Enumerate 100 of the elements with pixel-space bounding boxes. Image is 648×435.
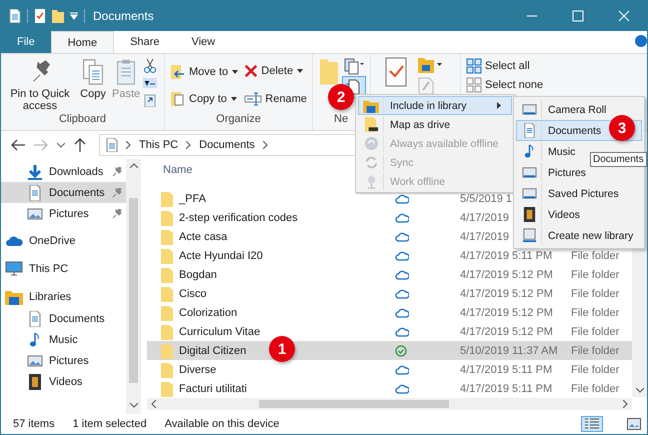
date-modified: 4/17/2019 5:12 PM [460,268,553,280]
menu-item[interactable]: Include in library [358,96,512,115]
ribbon-button[interactable]: Pin to Quick access [4,57,76,113]
column-header[interactable]: Name [163,164,192,176]
properties-icon[interactable] [34,9,46,23]
cloud-icon [395,288,409,298]
chevron-right-icon[interactable] [262,141,268,149]
date-modified: 4/17/2019 5:11 PM [460,364,552,376]
picture-icon [522,102,536,117]
ribbon-button[interactable]: Copy to [168,90,240,108]
ribbon-button[interactable]: Rename [242,90,309,108]
details-view-button[interactable] [581,416,603,432]
ribbon-button[interactable]: Select none [464,76,546,94]
file-row[interactable]: Bogdan 4/17/2019 5:12 PM File folder [147,265,632,284]
nav-item[interactable]: Pictures [1,350,126,371]
chevron-right-icon[interactable] [623,400,628,408]
cloud-icon [5,235,23,247]
caret-icon [297,69,304,73]
chevron-down-icon[interactable] [57,142,65,148]
folder-icon [161,362,173,378]
nav-item[interactable]: This PC [1,252,126,280]
status-text: Available on this device [164,418,280,430]
ribbon-tab[interactable]: Share [114,31,176,53]
nav-item[interactable]: Pictures [1,203,126,224]
menu-item[interactable]: Saved Pictures [516,183,642,204]
nav-item[interactable]: Music [1,329,126,350]
menu-item[interactable]: Map as drive [358,115,512,134]
document-icon [106,138,118,152]
dropdown-icon[interactable] [70,12,78,20]
scrollbar[interactable] [126,159,141,414]
copy-path-icon[interactable] [143,78,158,88]
cloud-icon [395,364,409,374]
ribbon-tab[interactable]: View [175,31,232,53]
nav-item[interactable]: Documents [1,182,126,203]
pin-icon[interactable] [112,166,122,176]
folder-icon[interactable] [52,9,64,23]
menu-item[interactable]: Videos [516,204,642,225]
folder-icon [161,324,173,340]
ribbon-button[interactable]: Select all [464,57,532,75]
file-name: Acte Hyundai I20 [179,250,263,262]
folder-icon [161,266,173,282]
file-row[interactable]: Diverse 4/17/2019 5:11 PM File folder [147,360,632,379]
chevron-right-icon[interactable] [186,141,192,149]
cloud-icon [395,326,409,336]
monitor-icon [5,261,23,277]
nav-item[interactable]: Libraries [1,280,126,308]
delete-icon [244,64,258,78]
chevron-right-icon[interactable] [126,141,131,149]
folder-icon [161,380,173,396]
cloud-icon [395,250,409,260]
menu-item[interactable]: Create new library [516,225,642,246]
chevron-down-icon[interactable] [130,403,138,408]
date-modified: 4/17/2019 5:12 PM [460,306,553,318]
copy-icon[interactable] [342,57,364,75]
ribbon-button[interactable]: Delete [242,63,309,79]
offline-icon [364,136,378,151]
file-row[interactable]: Facturi utilitati 4/17/2019 5:11 PM File folder [147,379,632,398]
cloud-icon [395,232,409,242]
folder-copy-icon [170,90,186,106]
help-icon[interactable] [635,35,647,47]
nav-item[interactable]: Videos [1,371,126,392]
folder-arrow-icon [170,64,186,80]
nav-item[interactable]: Downloads [1,161,126,182]
folder-icon[interactable] [418,57,442,73]
cloud-icon [395,194,409,204]
breadcrumb[interactable]: Documents [199,139,255,151]
ribbon-tab[interactable]: File [1,31,51,53]
document-icon [27,184,43,200]
up-arrow-icon[interactable] [74,138,86,152]
sync-icon [364,155,378,170]
back-arrow-icon[interactable] [11,139,25,151]
paste-shortcut-icon[interactable] [144,93,156,107]
horizontal-scrollbar[interactable] [147,398,632,410]
chevron-left-icon[interactable] [151,400,156,408]
select-none-icon [466,77,482,93]
chevron-up-icon[interactable] [130,163,138,168]
pin-icon[interactable] [112,208,122,218]
nav-item[interactable]: OneDrive [1,224,126,252]
file-type: File folder [571,326,620,338]
date-modified: 4/17/2019 5:12 PM [460,288,553,300]
cloud-icon [395,308,409,318]
pin-icon[interactable] [112,188,122,198]
document-icon [27,310,43,326]
file-row[interactable]: Acte Hyundai I20 4/17/2019 5:11 PM File folder [147,246,632,265]
date-modified: 4/17/2019 5:12 PM [460,326,553,338]
ribbon-tab[interactable]: Home [50,31,114,53]
chevron-down-icon[interactable] [636,388,644,393]
file-row[interactable]: Cisco 4/17/2019 5:12 PM File folder [147,284,632,303]
picture-icon [627,418,641,430]
ribbon-button[interactable]: Copy [77,57,109,101]
properties-icon[interactable] [384,57,408,87]
document-icon[interactable] [9,9,21,23]
group-label: Ne [333,112,350,127]
breadcrumb[interactable]: This PC [139,139,178,151]
folder-icon [161,286,173,302]
nav-item[interactable]: Documents [1,308,126,329]
file-row[interactable]: Colorization 4/17/2019 5:12 PM File folder [147,303,632,322]
ribbon-button[interactable]: Move to [168,63,240,81]
document-icon [522,123,536,138]
scissors-icon[interactable] [143,59,158,73]
